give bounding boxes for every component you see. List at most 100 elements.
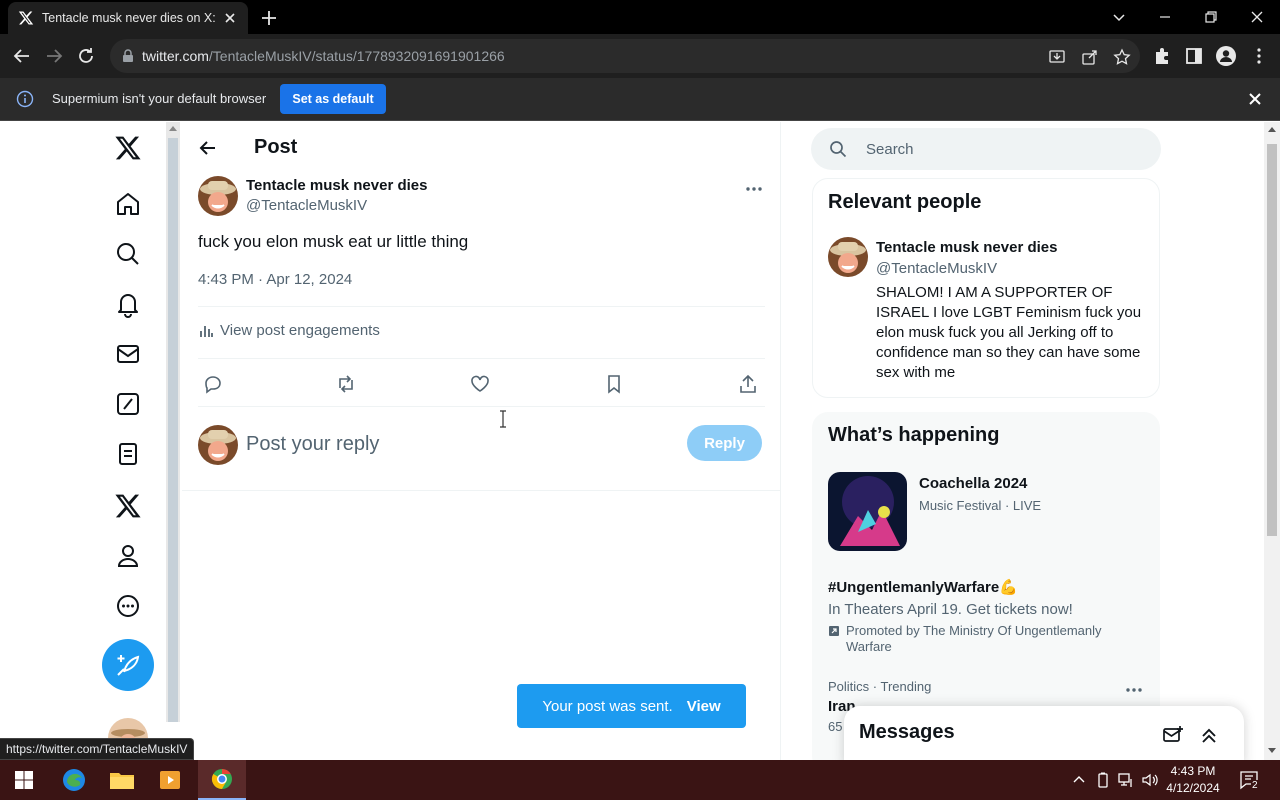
like-heart-icon[interactable]	[469, 373, 491, 395]
promoted-text[interactable]: In Theaters April 19. Get tickets now!	[828, 601, 1073, 618]
bookmark-icon[interactable]	[603, 373, 625, 395]
trend-context: Politics · Trending	[828, 679, 932, 694]
browser-toolbar: twitter.com/TentacleMuskIV/status/177893…	[0, 34, 1280, 78]
share-icon[interactable]	[1081, 48, 1099, 66]
toast-view-link[interactable]: View	[687, 698, 721, 715]
notifications-bell-icon[interactable]	[114, 290, 142, 318]
left-navigation	[100, 122, 156, 760]
scrollbar-thumb[interactable]	[1267, 144, 1277, 536]
back-icon[interactable]	[11, 45, 33, 67]
search-input[interactable]	[866, 138, 1126, 160]
taskbar-browser[interactable]	[198, 760, 246, 800]
search-box[interactable]	[811, 128, 1161, 170]
close-tab-icon[interactable]	[222, 10, 238, 26]
browser-tab[interactable]: Tentacle musk never dies on X: "	[8, 2, 248, 34]
person-name[interactable]: Tentacle musk never dies	[876, 239, 1057, 256]
divider	[182, 490, 781, 491]
divider	[198, 406, 765, 407]
address-bar[interactable]: twitter.com/TentacleMuskIV/status/177893…	[110, 39, 1140, 73]
author-handle[interactable]: @TentacleMuskIV	[246, 197, 367, 214]
author-avatar[interactable]	[198, 176, 238, 216]
text-cursor-icon	[498, 410, 508, 428]
promoted-by-text: Promoted by The Ministry Of Ungentlemanl…	[846, 623, 1102, 654]
info-icon	[16, 90, 34, 108]
home-icon[interactable]	[114, 190, 142, 218]
network-icon[interactable]	[1117, 771, 1135, 789]
post-sent-toast: Your post was sent. View	[517, 684, 746, 728]
explore-search-icon[interactable]	[114, 240, 142, 268]
promoted-hashtag[interactable]: #UngentlemanlyWarfare💪	[828, 578, 1018, 596]
tab-title: Tentacle musk never dies on X: "	[42, 11, 216, 25]
close-window-icon[interactable]	[1246, 6, 1268, 28]
author-name[interactable]: Tentacle musk never dies	[246, 177, 427, 194]
scroll-up-arrow-icon[interactable]	[1268, 127, 1276, 132]
messages-envelope-icon[interactable]	[114, 340, 142, 368]
analytics-bars-icon	[198, 323, 220, 339]
person-bio: SHALOM! I AM A SUPPORTER OF ISRAEL I lov…	[876, 284, 1142, 381]
install-app-icon[interactable]	[1048, 48, 1066, 66]
folder-icon	[109, 769, 135, 791]
more-circle-icon[interactable]	[114, 592, 142, 620]
post-timestamp[interactable]: 4:43 PM · Apr 12, 2024	[198, 271, 352, 288]
grok-icon[interactable]	[114, 390, 142, 418]
lock-icon[interactable]	[120, 48, 136, 64]
scroll-up-arrow-icon[interactable]	[169, 126, 177, 131]
minimize-icon[interactable]	[1154, 6, 1176, 28]
restore-icon[interactable]	[1200, 6, 1222, 28]
new-message-icon[interactable]	[1162, 724, 1184, 746]
premium-x-icon[interactable]	[114, 492, 142, 520]
share-upload-icon[interactable]	[737, 373, 759, 395]
extensions-icon[interactable]	[1151, 45, 1173, 67]
lists-icon[interactable]	[114, 440, 142, 468]
tab-search-icon[interactable]	[1108, 6, 1130, 28]
more-options-icon[interactable]	[744, 179, 764, 199]
taskbar-edge[interactable]	[50, 760, 98, 800]
bookmark-star-icon[interactable]	[1113, 48, 1131, 66]
profile-person-icon[interactable]	[114, 542, 142, 570]
reply-avatar[interactable]	[198, 425, 238, 465]
new-tab-icon[interactable]	[258, 7, 280, 29]
battery-icon[interactable]	[1094, 771, 1112, 789]
menu-kebab-icon[interactable]	[1248, 45, 1270, 67]
x-logo-icon	[18, 10, 34, 26]
page-title: Post	[254, 136, 298, 158]
chevron-up-icon[interactable]	[1070, 771, 1088, 789]
person-handle[interactable]: @TentacleMuskIV	[876, 260, 997, 277]
reply-input[interactable]	[246, 427, 646, 461]
profile-icon[interactable]	[1215, 45, 1237, 67]
infobar-message: Supermium isn't your default browser	[52, 91, 267, 106]
chevron-double-up-icon[interactable]	[1198, 724, 1220, 746]
trend-meta: Music Festival · LIVE	[919, 498, 1042, 513]
clock-time[interactable]: 4:43 PM	[1164, 764, 1222, 778]
repost-icon[interactable]	[335, 373, 357, 395]
promoted-by: Promoted by The Ministry Of Ungentlemanl…	[828, 623, 1138, 655]
left-scrollbar[interactable]	[166, 122, 180, 722]
view-engagements-link[interactable]: View post engagements	[198, 322, 380, 339]
close-infobar-icon[interactable]	[1246, 90, 1264, 108]
messages-drawer[interactable]: Messages	[844, 706, 1244, 760]
reload-icon[interactable]	[75, 45, 97, 67]
more-options-icon[interactable]	[1124, 680, 1144, 700]
right-sidebar: Relevant people Tentacle musk never dies…	[811, 122, 1162, 760]
taskbar-file-explorer[interactable]	[98, 760, 146, 800]
page-scrollbar[interactable]	[1264, 122, 1280, 760]
clock-date[interactable]: 4/12/2024	[1164, 781, 1222, 795]
scroll-down-arrow-icon[interactable]	[1268, 748, 1276, 753]
back-arrow-icon[interactable]	[198, 138, 218, 158]
reply-button[interactable]: Reply	[687, 425, 762, 461]
set-default-button[interactable]: Set as default	[280, 84, 386, 114]
trend-name[interactable]: Coachella 2024	[919, 475, 1027, 492]
reply-bubble-icon[interactable]	[202, 373, 224, 395]
coachella-thumbnail[interactable]	[828, 472, 907, 551]
volume-icon[interactable]	[1141, 771, 1159, 789]
start-button[interactable]	[0, 760, 48, 800]
taskbar-media-player[interactable]	[146, 760, 194, 800]
side-panel-icon[interactable]	[1183, 45, 1205, 67]
url-text[interactable]: twitter.com/TentacleMuskIV/status/177893…	[142, 48, 505, 64]
compose-post-button[interactable]	[102, 639, 154, 691]
person-avatar[interactable]	[828, 237, 868, 277]
scrollbar-thumb[interactable]	[168, 138, 178, 722]
forward-icon[interactable]	[43, 45, 65, 67]
x-logo-icon[interactable]	[114, 134, 142, 162]
engagements-label: View post engagements	[220, 322, 380, 339]
